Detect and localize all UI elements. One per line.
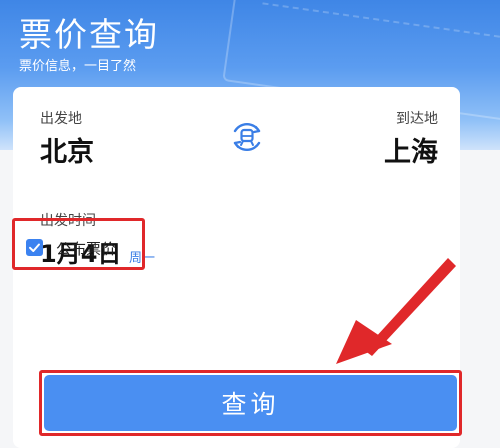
from-city[interactable]: 北京 [40, 130, 94, 169]
to-city[interactable]: 上海 [384, 130, 438, 169]
search-button[interactable]: 查询 [44, 375, 457, 431]
from-label: 出发地 [40, 111, 82, 127]
to-label: 到达地 [396, 111, 438, 127]
published-fare-checkbox[interactable] [26, 239, 43, 256]
page-subtitle: 票价信息，一目了然 [19, 59, 137, 74]
page-title: 票价查询 [19, 15, 159, 54]
published-fare-label[interactable]: 公布票价 [56, 238, 116, 259]
train-swap-icon[interactable] [229, 119, 265, 155]
checkmark-icon [29, 243, 40, 252]
